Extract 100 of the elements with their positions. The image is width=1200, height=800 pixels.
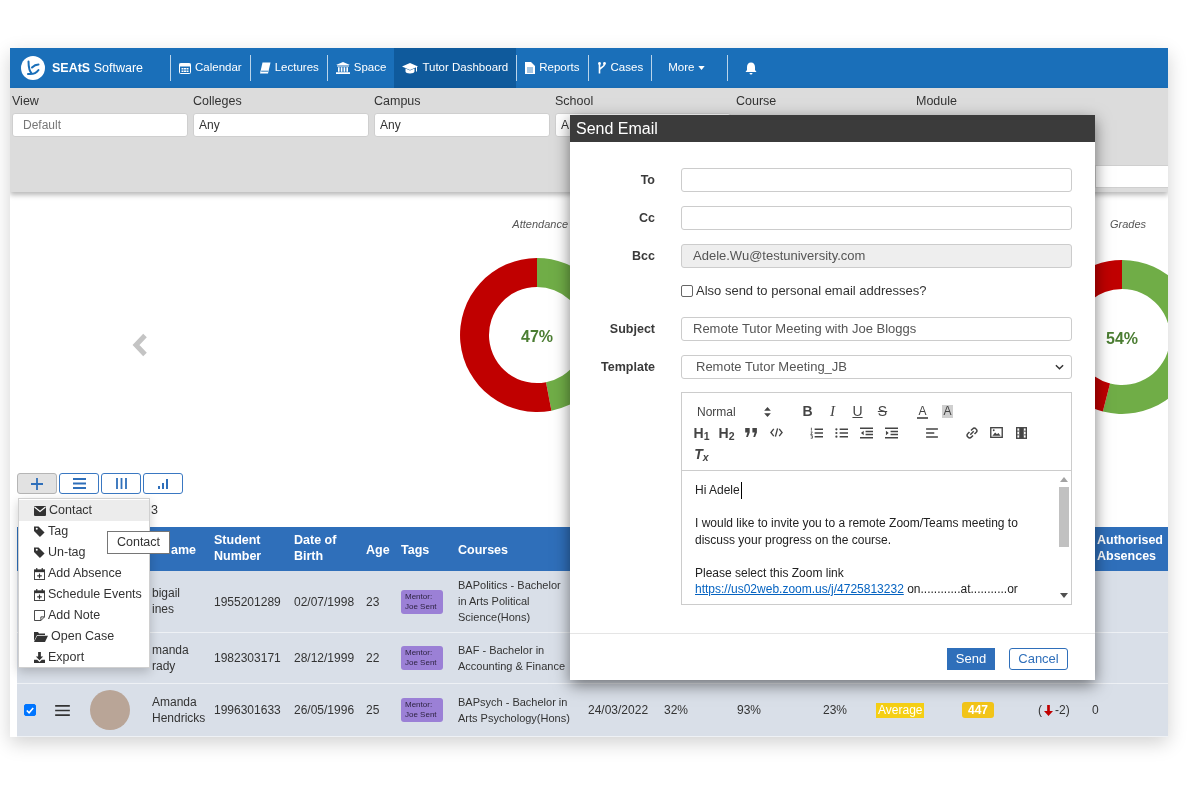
heading-button[interactable]: H$_{2}$	[714, 422, 739, 443]
meeting-link[interactable]: https://us02web.zoom.us/j/4725813232	[695, 582, 904, 596]
checkbox[interactable]	[681, 285, 693, 297]
nav-item[interactable]: Calendar	[171, 48, 250, 88]
date-text: 24/03/2022	[588, 702, 649, 719]
column-header[interactable]: Authorised Absences	[1097, 531, 1164, 564]
column-view-button[interactable]	[101, 473, 141, 494]
menu-item[interactable]: Contact	[19, 500, 149, 521]
field-label: Template	[601, 358, 655, 376]
link-icon[interactable]	[965, 426, 978, 439]
film-icon[interactable]	[1016, 426, 1027, 439]
nav-item[interactable]: Space	[327, 48, 395, 88]
logo-icon[interactable]	[21, 56, 45, 80]
grade-badge: Average	[876, 703, 925, 718]
caret-down-icon	[698, 66, 706, 70]
filter-field[interactable]	[1095, 165, 1168, 188]
image-icon[interactable]	[990, 427, 1003, 438]
field-label: To	[640, 171, 655, 189]
student-number: 1955201289	[214, 593, 281, 611]
text-color-button[interactable]: A	[910, 401, 935, 422]
student-name: bigail ines	[152, 585, 181, 617]
scrollbar-thumb[interactable]	[1059, 487, 1069, 547]
tooltip: Contact	[107, 531, 170, 554]
book-icon	[258, 62, 271, 74]
send-button[interactable]: Send	[947, 648, 995, 670]
age-text: 25	[366, 702, 380, 719]
checkbox[interactable]	[24, 704, 36, 716]
heading-button[interactable]: H$_{1}$	[689, 422, 714, 443]
clear-format-button[interactable]: T$_{x}$	[689, 443, 714, 464]
nav-item[interactable]: Cases	[588, 48, 652, 88]
nav-item[interactable]: Lectures	[250, 48, 327, 88]
message-paragraph: Hi Adele	[695, 482, 742, 499]
column-header[interactable]: Tags	[401, 542, 430, 558]
chart-title: Attendance	[512, 218, 568, 231]
up-down-arrows-icon	[764, 406, 771, 417]
bank-icon	[335, 62, 350, 74]
tag-icon	[34, 547, 45, 558]
numbered-list-icon[interactable]	[810, 426, 823, 439]
bold-button[interactable]: B	[795, 401, 820, 422]
column-header[interactable]: Courses	[458, 542, 509, 558]
outdent-icon[interactable]	[860, 426, 873, 439]
highlight-button[interactable]: A	[935, 401, 960, 422]
nav-item[interactable]: More	[652, 48, 728, 88]
underline-button[interactable]: U	[845, 401, 870, 422]
indent-icon[interactable]	[885, 426, 898, 439]
column-header[interactable]: Age	[366, 542, 390, 558]
filter-select[interactable]: Default	[12, 113, 188, 137]
column-header[interactable]: Student Number	[214, 531, 284, 564]
quote-icon[interactable]	[745, 428, 758, 437]
column-header[interactable]: ame	[171, 542, 197, 558]
filter-label: View	[12, 94, 39, 108]
birth-date: 28/12/1999	[294, 650, 355, 667]
align-left-icon[interactable]	[925, 427, 938, 438]
nav-item[interactable]: Tutor Dashboard	[394, 48, 517, 88]
italic-button[interactable]: I	[820, 401, 845, 422]
note-icon	[34, 610, 45, 621]
avatar	[90, 690, 130, 730]
list-icon	[72, 478, 86, 489]
filter-label: Module	[916, 94, 957, 108]
template-select[interactable]: Remote Tutor Meeting_JB	[681, 355, 1072, 379]
filter-label: Colleges	[193, 94, 242, 108]
bracket-text: (	[1038, 702, 1042, 719]
download-icon	[34, 652, 45, 663]
bullet-list-icon[interactable]	[835, 426, 848, 439]
list-view-button[interactable]	[59, 473, 99, 494]
cancel-button[interactable]: Cancel	[1009, 648, 1068, 670]
filter-select[interactable]: Any	[193, 113, 369, 137]
menu-icon[interactable]	[55, 704, 70, 716]
menu-item[interactable]: Add Note	[19, 605, 149, 626]
birth-date: 02/07/1998	[294, 593, 355, 611]
course-name: BAPolitics - Bachelor in Arts Political Science(Hons)	[458, 578, 562, 625]
add-button[interactable]	[17, 473, 57, 494]
filter-label: Course	[736, 94, 777, 108]
calendar-plus-icon	[34, 588, 45, 601]
nav-item[interactable]: Reports	[517, 48, 588, 88]
code-icon[interactable]	[770, 428, 783, 437]
field-label: Cc	[639, 209, 655, 227]
checkbox-label: Also send to personal email addresses?	[696, 282, 927, 301]
percentage-text: 23%	[823, 702, 848, 719]
column-header[interactable]: Date of Birth	[294, 531, 356, 564]
bell-icon[interactable]	[745, 61, 758, 75]
menu-item[interactable]: Open Case	[19, 626, 149, 647]
input-field[interactable]: Remote Tutor Meeting with Joe Bloggs	[681, 317, 1072, 341]
calendar-icon	[179, 62, 191, 74]
filter-select[interactable]: Any	[374, 113, 550, 137]
menu-item[interactable]: Schedule Events	[19, 584, 149, 605]
age-text: 22	[366, 650, 380, 667]
format-select[interactable]: Normal	[689, 401, 780, 422]
input-field[interactable]	[681, 206, 1072, 230]
strikethrough-button[interactable]: S	[870, 401, 895, 422]
chart-title: Grades	[1110, 218, 1147, 231]
menu-item[interactable]: Export	[19, 647, 149, 668]
input-field[interactable]	[681, 168, 1072, 192]
field-label: Bcc	[632, 247, 655, 265]
percentage-text: 32%	[664, 702, 689, 719]
branch-icon	[596, 62, 607, 74]
chart-view-button[interactable]	[143, 473, 183, 494]
scroll-down-icon[interactable]	[1060, 593, 1068, 598]
student-name: manda rady	[152, 641, 189, 674]
menu-item[interactable]: Add Absence	[19, 563, 149, 584]
